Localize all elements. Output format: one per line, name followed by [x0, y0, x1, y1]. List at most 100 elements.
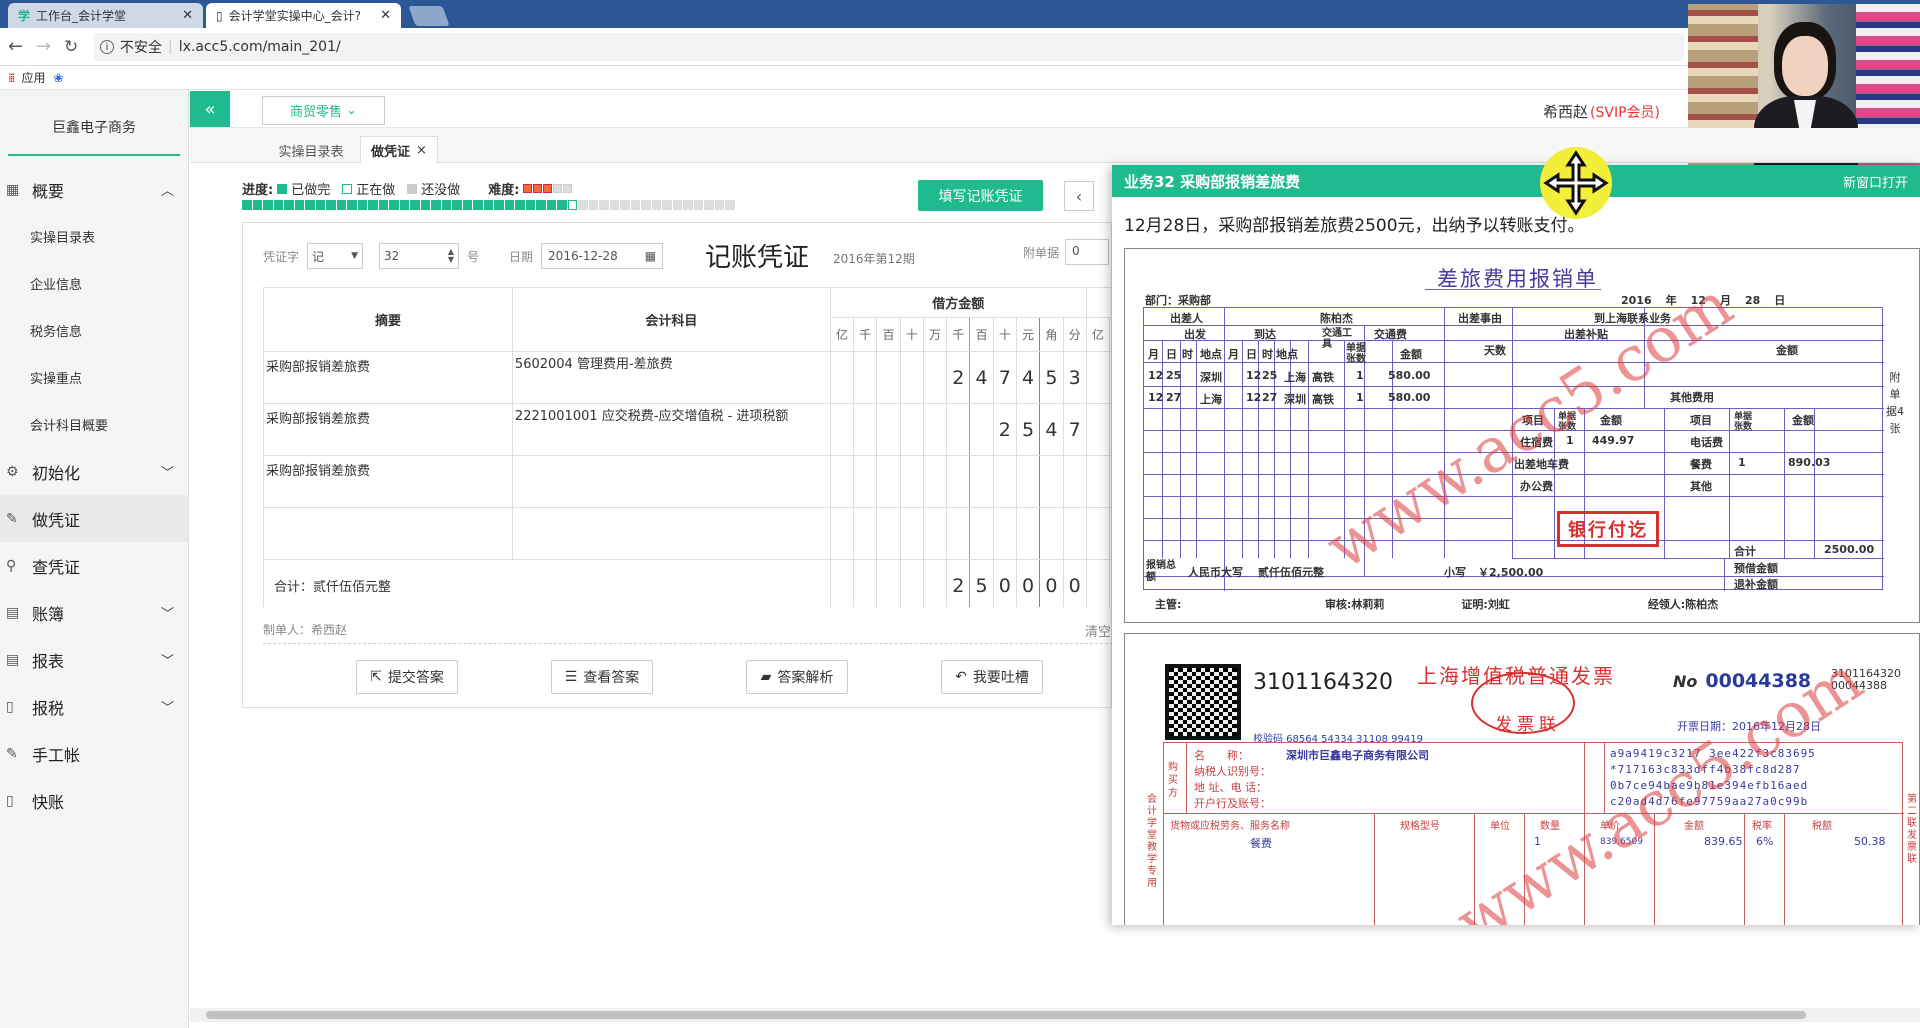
digit-cell[interactable]: 2	[946, 559, 971, 607]
calendar-icon[interactable]: ▦	[645, 249, 656, 263]
digit-cell[interactable]	[853, 559, 878, 607]
digit-cell[interactable]	[876, 507, 901, 560]
digit-cell[interactable]: 5	[1039, 351, 1064, 404]
digit-cell[interactable]	[899, 351, 924, 404]
sidebar-item-tax[interactable]: ▯ 报税 ﹀	[0, 683, 188, 730]
progress-cell[interactable]	[683, 200, 693, 210]
digit-cell[interactable]: 0	[992, 559, 1017, 607]
progress-cell[interactable]	[389, 200, 399, 210]
progress-cell[interactable]	[263, 200, 273, 210]
progress-cell[interactable]	[620, 200, 630, 210]
progress-cell[interactable]	[294, 200, 304, 210]
digit-cell[interactable]	[1085, 455, 1111, 508]
progress-cell[interactable]	[536, 200, 546, 210]
progress-cell[interactable]	[368, 200, 378, 210]
view-answer-button[interactable]: ☰ 查看答案	[551, 660, 653, 694]
digit-cell[interactable]	[992, 507, 1017, 560]
digit-cell[interactable]: 2	[946, 351, 971, 404]
progress-cell[interactable]	[357, 200, 367, 210]
digit-cell[interactable]	[1062, 507, 1087, 560]
sidebar-item-manual[interactable]: ✎ 手工帐	[0, 730, 188, 777]
open-new-window-link[interactable]: 新窗口打开	[1843, 172, 1908, 191]
progress-cell[interactable]	[347, 200, 357, 210]
digit-cell[interactable]	[969, 455, 994, 508]
digit-cell[interactable]: 7	[1062, 403, 1087, 456]
digit-cell[interactable]	[922, 559, 948, 607]
summary-cell[interactable]: 采购部报销差旅费	[263, 403, 513, 456]
voucher-word-select[interactable]: 记 ▼	[307, 243, 364, 269]
sidebar-item-init[interactable]: ⚙ 初始化 ﹀	[0, 448, 188, 495]
browser-tab-practice[interactable]: ▯ 会计学堂实操中心_会计? ✕	[206, 3, 401, 28]
digit-cell[interactable]: 4	[1015, 351, 1041, 404]
prev-button[interactable]: ‹	[1064, 181, 1094, 211]
sidebar-item-reports[interactable]: ▤ 报表 ﹀	[0, 636, 188, 683]
progress-cell[interactable]	[284, 200, 294, 210]
progress-cell[interactable]	[410, 200, 420, 210]
progress-cell[interactable]	[651, 200, 661, 210]
summary-cell[interactable]: 采购部报销差旅费	[263, 455, 513, 508]
voucher-number-stepper[interactable]: 32 ▲ ▼	[379, 243, 460, 269]
digit-cell[interactable]	[853, 403, 878, 456]
reload-icon[interactable]: ↻	[64, 37, 78, 57]
digit-cell[interactable]	[829, 559, 855, 607]
horizontal-scrollbar[interactable]	[190, 1008, 1920, 1022]
forward-icon[interactable]: →	[36, 36, 51, 57]
digit-cell[interactable]: 3	[1062, 351, 1087, 404]
sidebar-item-make-voucher[interactable]: ✎ 做凭证	[0, 495, 188, 542]
progress-cell[interactable]	[399, 200, 409, 210]
scrollbar-thumb[interactable]	[206, 1011, 1806, 1019]
digit-cell[interactable]	[992, 455, 1017, 508]
progress-cell[interactable]	[452, 200, 462, 210]
digit-cell[interactable]	[1039, 507, 1064, 560]
digit-cell[interactable]	[946, 403, 971, 456]
digit-cell[interactable]	[922, 507, 948, 560]
digit-cell[interactable]	[899, 403, 924, 456]
progress-cell[interactable]	[515, 200, 525, 210]
account-cell[interactable]: 2221001001 应交税费-应交增值税 - 进项税额	[511, 403, 831, 456]
digit-cell[interactable]	[922, 403, 948, 456]
digit-cell[interactable]	[1062, 455, 1087, 508]
digit-cell[interactable]	[899, 507, 924, 560]
progress-cell[interactable]	[525, 200, 535, 210]
sidebar-item-query-voucher[interactable]: ⚲ 查凭证	[0, 542, 188, 589]
progress-cell[interactable]	[378, 200, 388, 210]
sidebar-sub-key-points[interactable]: 实操重点	[0, 354, 188, 401]
progress-cell[interactable]	[704, 200, 714, 210]
progress-cell[interactable]	[672, 200, 682, 210]
progress-cell[interactable]	[252, 200, 262, 210]
digit-cell[interactable]	[1085, 559, 1111, 607]
digit-cell[interactable]	[1085, 403, 1111, 456]
progress-cell[interactable]	[641, 200, 651, 210]
progress-cell[interactable]	[599, 200, 609, 210]
digit-cell[interactable]	[969, 507, 994, 560]
progress-cell[interactable]	[714, 200, 724, 210]
submit-answer-button[interactable]: ⇱ 提交答案	[356, 660, 458, 694]
answer-analysis-button[interactable]: ▰ 答案解析	[746, 660, 848, 694]
digit-cell[interactable]: 4	[1039, 403, 1064, 456]
sidebar-sub-company-info[interactable]: 企业信息	[0, 260, 188, 307]
stepper-icon[interactable]: ▲ ▼	[448, 248, 454, 264]
digit-cell[interactable]	[829, 455, 855, 508]
progress-cell[interactable]	[578, 200, 588, 210]
digit-cell[interactable]: 4	[969, 351, 994, 404]
progress-cell[interactable]	[504, 200, 514, 210]
tab-catalog[interactable]: 实操目录表	[266, 138, 356, 163]
sidebar-item-quick[interactable]: ▯ 快账	[0, 777, 188, 824]
digit-cell[interactable]	[829, 507, 855, 560]
progress-cell[interactable]	[630, 200, 640, 210]
digit-cell[interactable]	[853, 507, 878, 560]
digit-cell[interactable]: 2	[992, 403, 1017, 456]
digit-cell[interactable]	[969, 403, 994, 456]
clear-link[interactable]: 清空	[1085, 621, 1111, 640]
digit-cell[interactable]	[876, 403, 901, 456]
apps-bookmark[interactable]: 应用	[21, 69, 45, 86]
digit-cell[interactable]: 5	[1015, 403, 1041, 456]
progress-cell[interactable]	[242, 200, 252, 210]
digit-cell[interactable]	[876, 455, 901, 508]
digit-cell[interactable]: 7	[992, 351, 1017, 404]
progress-cell[interactable]	[315, 200, 325, 210]
digit-cell[interactable]	[876, 351, 901, 404]
digit-cell[interactable]: 5	[969, 559, 994, 607]
attachments-input[interactable]: 0	[1065, 239, 1110, 265]
account-cell[interactable]	[511, 455, 831, 508]
